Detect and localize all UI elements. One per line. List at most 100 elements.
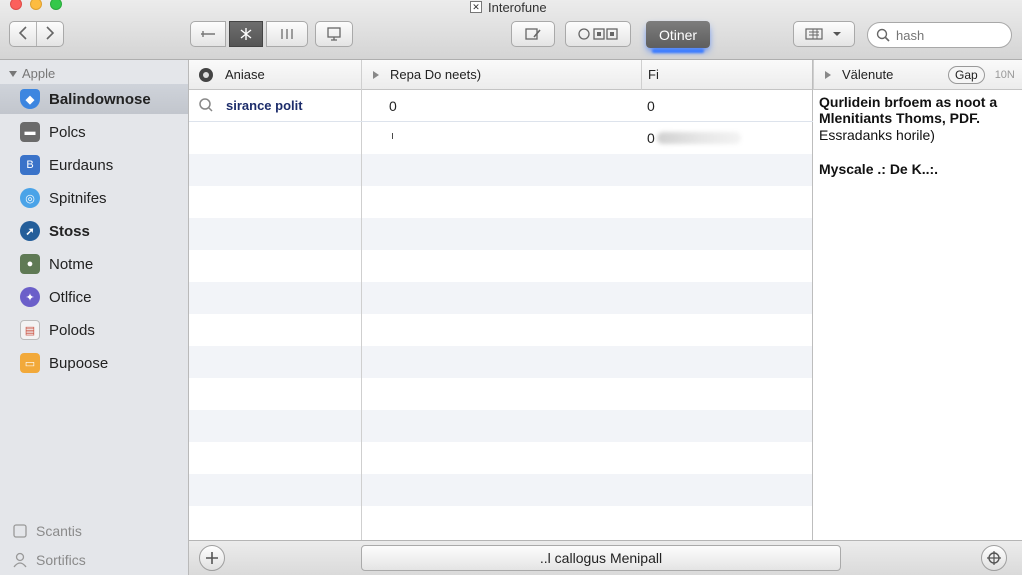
close-window-button[interactable] — [10, 0, 22, 10]
grid-view-icon — [240, 28, 252, 40]
sidebar-footer-label: Sortifics — [36, 552, 86, 568]
window-icon — [13, 524, 27, 538]
back-forward-control — [9, 21, 64, 47]
status-button[interactable]: ..l callogus Menipall — [361, 545, 841, 571]
view-columns-button[interactable] — [266, 21, 308, 47]
sidebar-item-polcs[interactable]: ▬ Polcs — [0, 117, 188, 147]
arrange-dropdown[interactable] — [793, 21, 855, 47]
shield-icon: ◆ — [20, 89, 40, 109]
search-icon — [199, 98, 213, 112]
sidebar-item-label: Spitnifes — [49, 189, 107, 207]
edit-icon — [525, 28, 541, 40]
forward-button[interactable] — [37, 25, 63, 43]
sidebar-item-label: Polcs — [49, 123, 86, 141]
detail-line: Essradanks horile) — [819, 127, 935, 143]
sidebar-item-polods[interactable]: ▤ Polods — [0, 315, 188, 345]
add-button[interactable] — [199, 545, 225, 571]
printer-icon: ▬ — [20, 122, 40, 142]
file-table: Aniase Repa Do neets) Fi Välenute Gap 10… — [189, 60, 1022, 540]
window-title: ✕ Interofune — [470, 0, 547, 15]
sidebar-footer-scantis[interactable]: Scantis — [12, 523, 82, 539]
row-stripe — [189, 346, 813, 378]
sidebar-item-eurdauns[interactable]: B Eurdauns — [0, 150, 188, 180]
column-header-fi[interactable]: Fi — [641, 60, 813, 90]
share-qr-icon — [578, 28, 618, 40]
tab-otiner[interactable]: Otiner — [646, 21, 710, 48]
chevron-left-icon — [18, 25, 27, 40]
column-header-label: Välenute — [842, 67, 894, 82]
row-stripe — [189, 218, 813, 250]
column-header-valenute[interactable]: Välenute Gap 10N — [813, 60, 1022, 90]
column-header-label: Aniase — [225, 67, 265, 82]
sidebar-section-header[interactable]: Apple — [8, 66, 55, 81]
column-header-label: Repa Do neets) — [390, 67, 482, 82]
search-input[interactable] — [896, 27, 1006, 43]
coverflow-button[interactable] — [315, 21, 353, 47]
row-col2: 0 — [389, 98, 397, 114]
row-col2: ı — [391, 130, 395, 142]
redacted-value — [657, 132, 741, 144]
sidebar-item-label: Otlfice — [49, 288, 92, 306]
column-header-label: Fi — [648, 67, 659, 82]
sidebar-item-label: Notme — [49, 255, 94, 273]
chevron-right-icon — [46, 25, 55, 40]
photo-icon: ● — [20, 254, 40, 274]
list-view-icon — [201, 31, 215, 37]
sync-button[interactable] — [981, 545, 1007, 571]
view-icons-button[interactable] — [229, 21, 263, 47]
column-header-extra: 10N — [994, 68, 1015, 81]
plus-icon — [206, 552, 218, 564]
document-icon: ▤ — [20, 320, 40, 340]
sidebar-item-label: Balindownose — [49, 90, 151, 108]
columns-view-icon — [281, 29, 293, 39]
sidebar-item-bupoose[interactable]: ▭ Bupoose — [0, 348, 188, 378]
disclosure-triangle-icon — [373, 70, 379, 79]
sidebar-item-label: Stoss — [49, 222, 90, 240]
window-toolbar: ✕ Interofune Otiner — [0, 0, 1022, 60]
gap-button[interactable]: Gap — [948, 65, 985, 84]
window-title-text: Interofune — [488, 0, 547, 15]
document-icon: ✕ — [470, 1, 482, 13]
star-icon: ✦ — [20, 287, 40, 307]
minimize-window-button[interactable] — [30, 0, 42, 10]
row-col3: 0 — [647, 130, 655, 146]
share-action-button[interactable] — [565, 21, 631, 47]
edit-action-button[interactable] — [511, 21, 555, 47]
sidebar-item-stoss[interactable]: ➚ Stoss — [0, 216, 188, 246]
table-row[interactable]: ı 0 — [189, 122, 813, 154]
sidebar-item-label: Polods — [49, 321, 95, 339]
table-row[interactable]: sirance polit 0 0 — [189, 90, 813, 122]
search-icon — [876, 28, 890, 42]
bottom-bar: ..l callogus Menipall — [189, 540, 1022, 575]
row-name: sirance polit — [226, 98, 303, 113]
row-stripe — [189, 154, 813, 186]
row-stripe — [189, 474, 813, 506]
sidebar-item-balindownose[interactable]: ◆ Balindownose — [0, 84, 188, 114]
back-button[interactable] — [10, 25, 36, 43]
disclosure-triangle-icon — [825, 70, 831, 79]
app-icon — [199, 67, 213, 82]
sidebar-section-label: Apple — [22, 66, 56, 81]
column-header-repa[interactable]: Repa Do neets) — [361, 60, 641, 90]
column-header-aniase[interactable]: Aniase — [189, 60, 361, 90]
globe-icon: ◎ — [20, 188, 40, 208]
view-list-button[interactable] — [190, 21, 226, 47]
zoom-window-button[interactable] — [50, 0, 62, 10]
arrange-icon — [805, 28, 841, 40]
search-field[interactable] — [867, 22, 1012, 48]
row-col3: 0 — [647, 98, 655, 114]
sidebar-item-spitnifes[interactable]: ◎ Spitnifes — [0, 183, 188, 213]
detail-line: Mlenitiants Thoms, PDF. — [819, 110, 981, 126]
monitor-icon — [327, 27, 341, 41]
detail-pane: Qurlidein brfoem as noot a Mlenitiants T… — [813, 90, 1022, 540]
sidebar-footer-sortifics[interactable]: Sortifics — [12, 552, 86, 568]
sidebar-item-otlfice[interactable]: ✦ Otlfice — [0, 282, 188, 312]
window-controls — [10, 0, 62, 10]
sync-icon — [987, 551, 1001, 565]
compass-icon: ➚ — [20, 221, 40, 241]
sidebar-item-label: Bupoose — [49, 354, 109, 372]
disclosure-triangle-icon — [9, 70, 17, 77]
sidebar-item-notme[interactable]: ● Notme — [0, 249, 188, 279]
row-stripe — [189, 410, 813, 442]
status-label: ..l callogus Menipall — [539, 550, 663, 566]
